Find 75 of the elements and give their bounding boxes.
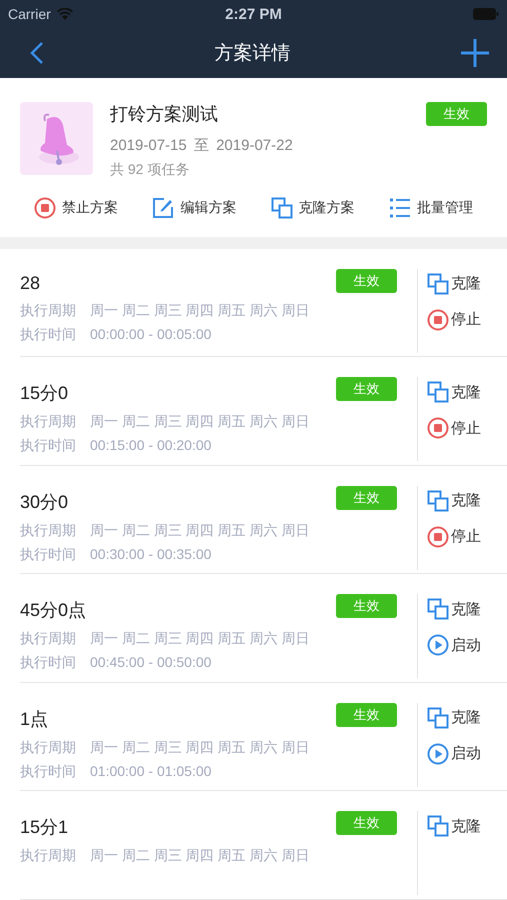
status-time: 2:27 PM bbox=[225, 6, 282, 22]
play-icon bbox=[427, 634, 449, 656]
plan-name: 打铃方案测试 bbox=[110, 103, 218, 126]
time-value: 00:00:00 - 00:05:00 bbox=[90, 326, 212, 344]
edit-plan-button[interactable]: 编辑方案 bbox=[152, 197, 236, 219]
time-value: 00:45:00 - 00:50:00 bbox=[90, 654, 212, 672]
clone-icon bbox=[427, 598, 449, 620]
period-value: 周一 周二 周三 周四 周五 周六 周日 bbox=[90, 847, 310, 866]
task-name: 30分0 bbox=[20, 490, 68, 514]
stop-icon bbox=[427, 308, 449, 331]
start-button[interactable]: 启动 bbox=[427, 634, 507, 656]
clone-button[interactable]: 克隆 bbox=[427, 490, 507, 512]
period-label: 执行周期 bbox=[20, 630, 76, 648]
stop-icon bbox=[34, 197, 56, 219]
period-value: 周一 周二 周三 周四 周五 周六 周日 bbox=[90, 522, 310, 540]
clone-button[interactable]: 克隆 bbox=[427, 272, 507, 295]
period-label: 执行周期 bbox=[20, 413, 76, 432]
play-icon bbox=[427, 742, 449, 765]
status-badge: 生效 bbox=[336, 702, 397, 727]
clone-button[interactable]: 克隆 bbox=[427, 381, 507, 404]
stop-icon bbox=[427, 417, 449, 440]
period-value: 周一 周二 周三 周四 周五 周六 周日 bbox=[90, 302, 310, 320]
period-value: 周一 周二 周三 周四 周五 周六 周日 bbox=[90, 413, 310, 432]
period-label: 执行周期 bbox=[20, 302, 76, 320]
disable-plan-button[interactable]: 禁止方案 bbox=[34, 197, 118, 219]
edit-icon bbox=[152, 197, 174, 219]
time-label: 执行时间 bbox=[20, 762, 76, 781]
stop-button[interactable]: 停止 bbox=[427, 308, 507, 331]
task-name: 45分0点 bbox=[20, 599, 86, 622]
status-badge: 生效 bbox=[336, 268, 397, 293]
start-button[interactable]: 启动 bbox=[427, 742, 507, 765]
add-button[interactable] bbox=[461, 39, 489, 67]
clone-button[interactable]: 克隆 bbox=[427, 815, 507, 838]
wifi-icon bbox=[56, 8, 73, 20]
time-value: 00:15:00 - 00:20:00 bbox=[90, 437, 212, 456]
battery-icon bbox=[472, 8, 499, 20]
stop-icon bbox=[427, 526, 449, 548]
back-button[interactable] bbox=[30, 41, 44, 65]
clone-icon bbox=[270, 197, 293, 219]
time-value: 00:30:00 - 00:35:00 bbox=[90, 546, 212, 564]
status-badge: 生效 bbox=[426, 102, 487, 126]
batch-manage-button[interactable]: 批量管理 bbox=[388, 197, 473, 219]
period-label: 执行周期 bbox=[20, 738, 76, 757]
clone-icon bbox=[427, 381, 449, 404]
task-count: 共 92 项任务 bbox=[110, 161, 190, 179]
clone-icon bbox=[427, 815, 449, 838]
time-label: 执行时间 bbox=[20, 326, 76, 344]
task-name: 28 bbox=[20, 272, 40, 294]
clone-icon bbox=[427, 272, 449, 295]
period-label: 执行周期 bbox=[20, 847, 76, 866]
date-range: 2019-07-15 至 2019-07-22 bbox=[110, 136, 294, 155]
period-label: 执行周期 bbox=[20, 522, 76, 540]
list-icon bbox=[388, 197, 411, 219]
page-title: 方案详情 bbox=[214, 42, 290, 66]
time-label: 执行时间 bbox=[20, 654, 76, 672]
stop-button[interactable]: 停止 bbox=[427, 526, 507, 548]
period-value: 周一 周二 周三 周四 周五 周六 周日 bbox=[90, 630, 310, 648]
clone-icon bbox=[427, 490, 449, 512]
stop-button[interactable]: 停止 bbox=[427, 417, 507, 440]
status-badge: 生效 bbox=[336, 594, 397, 618]
status-badge: 生效 bbox=[336, 486, 397, 510]
time-label: 执行时间 bbox=[20, 546, 76, 564]
clone-icon bbox=[427, 706, 449, 729]
time-value: 01:00:00 - 01:05:00 bbox=[90, 762, 212, 781]
clone-button[interactable]: 克隆 bbox=[427, 706, 507, 729]
status-badge: 生效 bbox=[336, 811, 397, 836]
clone-plan-button[interactable]: 克隆方案 bbox=[270, 197, 355, 219]
period-value: 周一 周二 周三 周四 周五 周六 周日 bbox=[90, 738, 310, 757]
clone-button[interactable]: 克隆 bbox=[427, 598, 507, 620]
carrier-label: Carrier bbox=[8, 6, 51, 22]
task-name: 15分1 bbox=[20, 816, 68, 840]
time-label: 执行时间 bbox=[20, 437, 76, 456]
task-name: 1点 bbox=[20, 708, 48, 731]
task-name: 15分0 bbox=[20, 382, 68, 406]
status-badge: 生效 bbox=[336, 377, 397, 402]
